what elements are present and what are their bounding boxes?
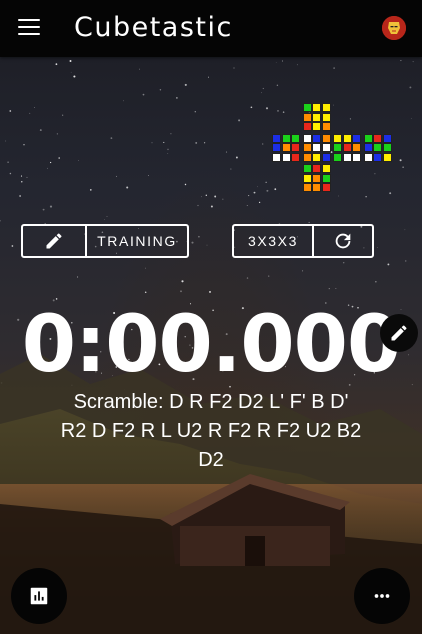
cube-sticker (272, 143, 281, 152)
cube-sticker (302, 122, 312, 131)
cube-sticker (373, 152, 382, 162)
cube-sticker (281, 152, 291, 162)
ironman-mask-icon (382, 16, 406, 40)
cube-sticker (321, 143, 331, 152)
cube-sticker (363, 133, 373, 143)
bar-chart-icon (30, 587, 48, 605)
cube-sticker (333, 143, 342, 152)
cube-sticker (342, 152, 352, 162)
pencil-icon (46, 233, 62, 249)
cube-sticker (312, 173, 321, 183)
cube-sticker (373, 143, 382, 152)
app-title: Cubetastic (74, 12, 233, 43)
app-bar: Cubetastic (0, 0, 422, 57)
cube-sticker (312, 112, 321, 122)
cube-sticker (281, 143, 291, 152)
cube-sticker (321, 152, 331, 162)
cube-sticker (321, 133, 331, 143)
refresh-icon (335, 233, 351, 249)
cube-sticker (302, 103, 312, 112)
cube-sticker (321, 183, 331, 192)
cube-sticker (321, 122, 331, 131)
cube-sticker (312, 164, 321, 173)
cube-sticker (382, 152, 392, 162)
cube-sticker (302, 112, 312, 122)
statistics-button[interactable] (11, 568, 67, 624)
edit-time-button[interactable] (380, 314, 418, 352)
user-avatar[interactable] (382, 16, 406, 40)
more-options-button[interactable] (354, 568, 410, 624)
cube-sticker (312, 122, 321, 131)
refresh-scramble-button[interactable] (312, 226, 372, 256)
cube-sticker (321, 103, 331, 112)
puzzle-type-label: 3X3X3 (247, 233, 299, 249)
pencil-icon (391, 325, 407, 341)
cube-sticker (302, 173, 312, 183)
cube-sticker (363, 143, 373, 152)
cube-sticker (382, 143, 392, 152)
menu-icon[interactable] (18, 19, 40, 37)
cube-sticker (333, 152, 342, 162)
cube-sticker (302, 143, 312, 152)
cube-sticker (321, 112, 331, 122)
cube-sticker (352, 152, 361, 162)
cube-sticker (281, 133, 291, 143)
cube-sticker (373, 133, 382, 143)
cube-sticker (342, 143, 352, 152)
timer-display[interactable]: 0:00.000 (0, 300, 422, 390)
cube-sticker (382, 133, 392, 143)
cube-sticker (342, 133, 352, 143)
edit-mode-button[interactable] (23, 226, 85, 256)
cube-sticker (321, 173, 331, 183)
cube-sticker (272, 152, 281, 162)
scramble-text: Scramble: D R F2 D2 L' F' B D' R2 D F2 R… (60, 391, 362, 471)
training-mode-button[interactable]: TRAINING (85, 226, 187, 256)
cube-sticker (291, 143, 300, 152)
puzzle-button-group: 3X3X3 (232, 224, 374, 258)
cube-sticker (312, 143, 321, 152)
puzzle-type-button[interactable]: 3X3X3 (234, 226, 312, 256)
cube-sticker (312, 103, 321, 112)
cube-sticker (352, 143, 361, 152)
app-root: Cubetastic TRAINING 3X3X3 0:00.000 Scram… (0, 0, 422, 634)
cube-sticker (312, 133, 321, 143)
cube-sticker (363, 152, 373, 162)
cube-sticker (312, 183, 321, 192)
cube-sticker (333, 133, 342, 143)
cube-sticker (291, 152, 300, 162)
cube-sticker (312, 152, 321, 162)
cube-sticker (302, 183, 312, 192)
more-horizontal-icon (374, 594, 390, 598)
cube-sticker (302, 152, 312, 162)
training-mode-label: TRAINING (97, 233, 177, 249)
cube-sticker (291, 133, 300, 143)
cube-sticker (321, 164, 331, 173)
cube-sticker (302, 164, 312, 173)
cube-sticker (352, 133, 361, 143)
mode-button-group: TRAINING (21, 224, 189, 258)
cube-sticker (302, 133, 312, 143)
cube-sticker (272, 133, 281, 143)
